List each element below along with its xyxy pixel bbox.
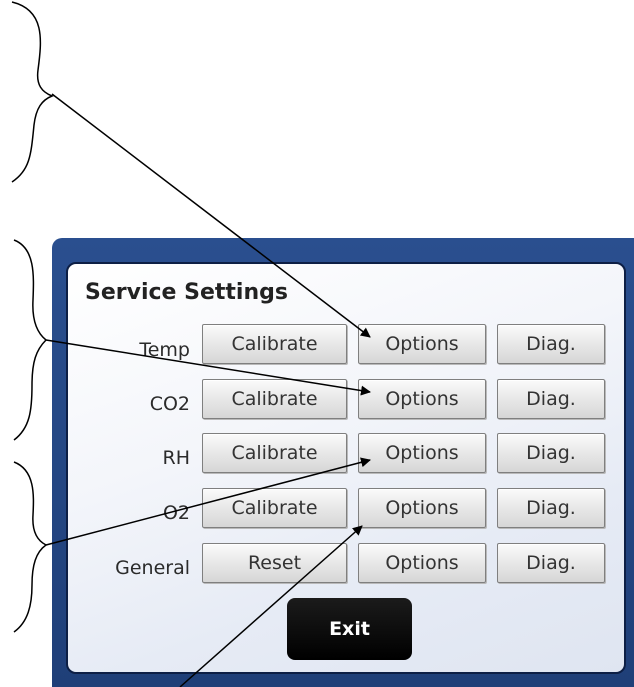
temp-options-button[interactable]: Options <box>358 324 486 364</box>
o2-calibrate-button[interactable]: Calibrate <box>202 488 347 528</box>
temp-calibrate-button[interactable]: Calibrate <box>202 324 347 364</box>
general-diag-button[interactable]: Diag. <box>497 543 605 583</box>
general-reset-button[interactable]: Reset <box>202 543 347 583</box>
panel-title: Service Settings <box>85 280 288 305</box>
row-label-rh: RH <box>162 447 191 469</box>
rh-options-button[interactable]: Options <box>358 433 486 473</box>
curly-brace-2 <box>13 239 48 441</box>
temp-diag-button[interactable]: Diag. <box>497 324 605 364</box>
curly-brace-1 <box>11 1 55 183</box>
row-label-o2: O2 <box>162 502 190 524</box>
row-label-temp: Temp <box>139 339 190 361</box>
general-options-button[interactable]: Options <box>358 543 486 583</box>
exit-button[interactable]: Exit <box>287 598 412 660</box>
rh-calibrate-button[interactable]: Calibrate <box>202 433 347 473</box>
rh-diag-button[interactable]: Diag. <box>497 433 605 473</box>
co2-options-button[interactable]: Options <box>358 379 486 419</box>
o2-options-button[interactable]: Options <box>358 488 486 528</box>
curly-brace-3 <box>13 461 48 633</box>
co2-diag-button[interactable]: Diag. <box>497 379 605 419</box>
co2-calibrate-button[interactable]: Calibrate <box>202 379 347 419</box>
row-label-co2: CO2 <box>149 393 190 415</box>
row-label-general: General <box>115 557 190 579</box>
o2-diag-button[interactable]: Diag. <box>497 488 605 528</box>
